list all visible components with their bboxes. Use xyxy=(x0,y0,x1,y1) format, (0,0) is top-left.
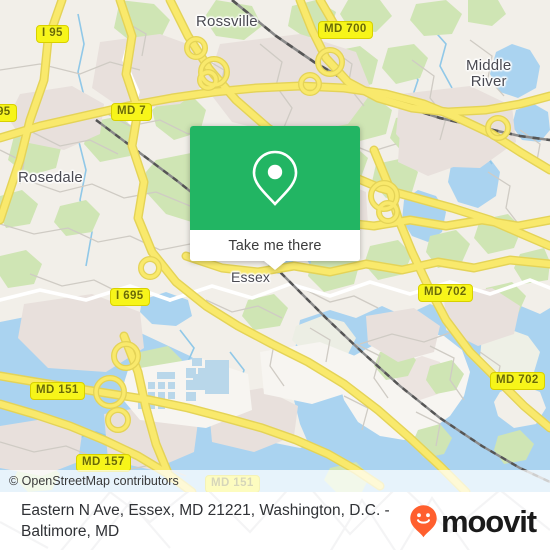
destination-card[interactable]: Take me there xyxy=(190,126,360,270)
moovit-smiley-pin-icon xyxy=(410,505,437,538)
take-me-there-button[interactable]: Take me there xyxy=(190,230,360,261)
location-pin-icon xyxy=(252,150,298,206)
road-shield-i695: I 695 xyxy=(110,288,150,306)
destination-card-body: Take me there xyxy=(190,126,360,261)
card-pointer-triangle xyxy=(264,261,286,270)
moovit-logo[interactable]: moovit xyxy=(409,503,537,539)
footer-bar: Eastern N Ave, Essex, MD 21221, Washingt… xyxy=(0,492,550,550)
road-shield-i95-edge: 95 xyxy=(0,104,17,122)
map-canvas[interactable]: Rossville Middle River Rosedale Essex I … xyxy=(0,0,550,492)
road-shield-md151-west: MD 151 xyxy=(30,382,85,400)
road-shield-i95-north: I 95 xyxy=(36,25,69,43)
moovit-wordmark: moovit xyxy=(440,503,537,539)
road-shield-md702-south: MD 702 xyxy=(490,372,545,390)
road-shield-md700: MD 700 xyxy=(318,21,373,39)
road-shield-md702-north: MD 702 xyxy=(418,284,473,302)
location-title: Eastern N Ave, Essex, MD 21221, Washingt… xyxy=(21,502,390,540)
road-shield-md7: MD 7 xyxy=(111,103,153,121)
map-attribution[interactable]: © OpenStreetMap contributors xyxy=(0,470,550,492)
destination-card-image xyxy=(190,126,360,230)
